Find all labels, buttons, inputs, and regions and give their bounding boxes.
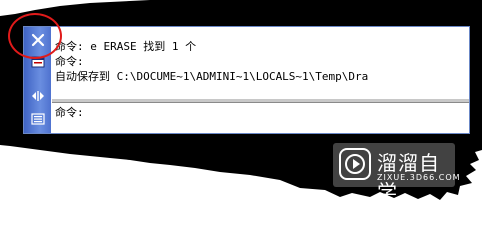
history-button[interactable] bbox=[27, 111, 48, 127]
command-window: 命令: e ERASE 找到 1 个 命令: 自动保存到 C:\DOCUME~1… bbox=[23, 26, 470, 134]
highlight-circle bbox=[8, 13, 62, 59]
command-history: 命令: e ERASE 找到 1 个 命令: 自动保存到 C:\DOCUME~1… bbox=[52, 27, 469, 97]
watermark: 溜溜自学 ZIXUE.3D66.COM bbox=[333, 143, 460, 204]
arrows-icon bbox=[31, 91, 44, 101]
history-line: 命令: bbox=[55, 55, 84, 68]
play-logo-icon bbox=[339, 148, 371, 180]
list-icon bbox=[30, 113, 45, 125]
command-prompt: 命令: bbox=[55, 106, 84, 119]
watermark-url: ZIXUE.3D66.COM bbox=[377, 173, 461, 182]
toggle-button[interactable] bbox=[27, 88, 48, 104]
history-line: 自动保存到 C:\DOCUME~1\ADMINI~1\LOCALS~1\Temp… bbox=[55, 70, 369, 83]
history-line: 命令: e ERASE 找到 1 个 bbox=[55, 40, 197, 53]
command-input[interactable]: 命令: bbox=[52, 103, 469, 131]
